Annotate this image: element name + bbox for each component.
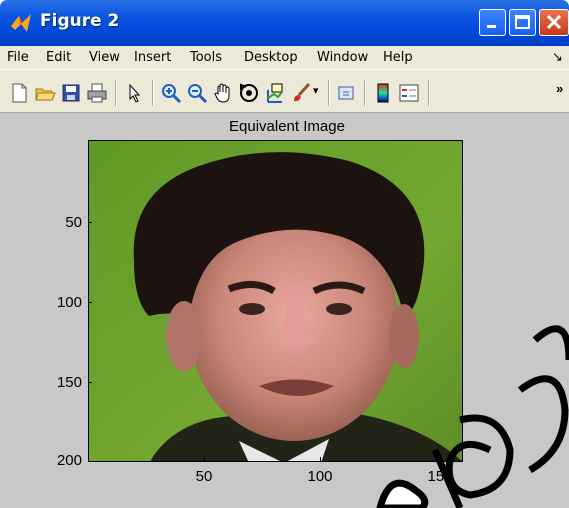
minimize-button[interactable] <box>479 9 506 36</box>
save-icon[interactable] <box>60 82 82 104</box>
y-tick-mark <box>88 382 92 383</box>
y-tick-mark <box>88 222 92 223</box>
menu-help[interactable]: Help <box>383 50 413 65</box>
edit-plot-arrow-icon[interactable] <box>124 82 146 104</box>
x-tick-mark <box>320 457 321 461</box>
y-tick-label: 50 <box>65 214 82 231</box>
menu-edit[interactable]: Edit <box>46 50 71 65</box>
maximize-button[interactable] <box>509 9 536 36</box>
menu-view[interactable]: View <box>89 50 120 65</box>
y-tick-label: 150 <box>56 374 82 391</box>
y-tick-label: 100 <box>56 294 82 311</box>
figure-window: Figure 2 File Edit View Insert Tools Des… <box>0 0 569 508</box>
matlab-logo-icon <box>11 14 31 32</box>
link-plot-icon[interactable] <box>336 82 358 104</box>
toolbar-overflow-icon[interactable]: » <box>556 81 563 96</box>
x-tick-mark <box>204 457 205 461</box>
window-title: Figure 2 <box>40 11 120 31</box>
brush-icon[interactable] <box>290 82 312 104</box>
toolbar-separator <box>428 80 430 106</box>
x-tick-label: 50 <box>195 468 213 485</box>
maximize-icon <box>515 15 530 29</box>
toolbar-separator <box>364 80 366 106</box>
axes-title: Equivalent Image <box>229 118 345 135</box>
rotate-3d-icon[interactable] <box>238 82 260 104</box>
pan-hand-icon[interactable] <box>212 82 234 104</box>
menu-file[interactable]: File <box>7 50 29 65</box>
open-file-icon[interactable] <box>34 82 56 104</box>
close-icon <box>546 14 562 30</box>
brush-dropdown-icon[interactable]: ▾ <box>313 84 319 97</box>
close-button[interactable] <box>539 9 569 36</box>
menu-dock-arrow[interactable]: ↘ <box>552 50 563 65</box>
toolbar-separator <box>152 80 154 106</box>
y-tick-label: 200 <box>56 452 82 469</box>
y-tick-mark <box>88 302 92 303</box>
colorbar-icon[interactable] <box>372 82 394 104</box>
minimize-icon <box>487 25 496 28</box>
new-figure-icon[interactable] <box>8 82 30 104</box>
data-cursor-icon[interactable] <box>264 82 286 104</box>
toolbar-separator <box>328 80 330 106</box>
menu-insert[interactable]: Insert <box>134 50 171 65</box>
legend-icon[interactable] <box>398 82 420 104</box>
menu-window[interactable]: Window <box>317 50 368 65</box>
toolbar-separator <box>115 80 117 106</box>
figure-toolbar: ▾ » <box>0 69 569 113</box>
x-tick-label: 100 <box>307 468 333 485</box>
print-icon[interactable] <box>86 82 108 104</box>
watermark-overlay <box>376 325 569 508</box>
zoom-out-icon[interactable] <box>186 82 208 104</box>
zoom-in-icon[interactable] <box>160 82 182 104</box>
menu-desktop[interactable]: Desktop <box>244 50 298 65</box>
title-bar[interactable]: Figure 2 <box>0 0 569 46</box>
menu-bar: File Edit View Insert Tools Desktop Wind… <box>0 46 569 69</box>
menu-tools[interactable]: Tools <box>190 50 222 65</box>
